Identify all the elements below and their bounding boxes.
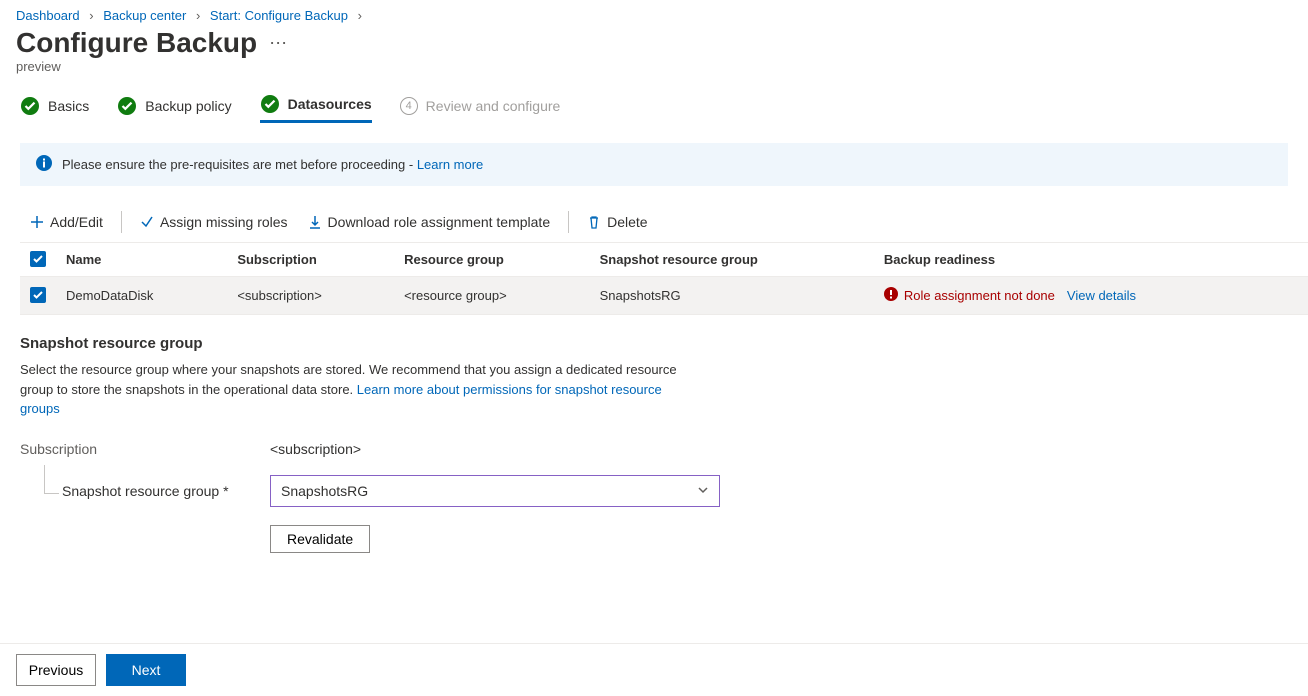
step-label: Datasources — [288, 96, 372, 112]
col-snapshot-rg[interactable]: Snapshot resource group — [590, 243, 874, 277]
separator — [121, 211, 122, 233]
more-actions-icon[interactable]: ⋯ — [269, 33, 287, 54]
step-label: Review and configure — [426, 98, 561, 114]
breadcrumb-item[interactable]: Dashboard — [16, 8, 80, 23]
col-name[interactable]: Name — [56, 243, 227, 277]
revalidate-button[interactable]: Revalidate — [270, 525, 370, 553]
view-details-link[interactable]: View details — [1067, 288, 1136, 303]
check-icon — [20, 96, 40, 116]
col-readiness[interactable]: Backup readiness — [874, 243, 1308, 277]
step-label: Basics — [48, 98, 89, 114]
row-checkbox[interactable] — [30, 287, 46, 303]
check-icon — [117, 96, 137, 116]
chevron-right-icon: › — [196, 8, 200, 23]
info-text: Please ensure the pre-requisites are met… — [62, 157, 417, 172]
readiness-text: Role assignment not done — [904, 288, 1055, 303]
delete-button[interactable]: Delete — [577, 208, 657, 236]
chevron-right-icon: › — [358, 8, 362, 23]
page-title: Configure Backup — [16, 27, 257, 59]
tool-label: Delete — [607, 214, 647, 230]
previous-button[interactable]: Previous — [16, 654, 96, 686]
trash-icon — [587, 215, 601, 229]
select-all-checkbox[interactable] — [30, 251, 46, 267]
plus-icon — [30, 215, 44, 229]
cell-name: DemoDataDisk — [56, 277, 227, 315]
footer-bar: Previous Next — [0, 643, 1308, 696]
toolbar: Add/Edit Assign missing roles Download r… — [0, 202, 1308, 242]
check-icon — [260, 94, 280, 114]
tool-label: Add/Edit — [50, 214, 103, 230]
snapshot-section-heading: Snapshot resource group — [0, 315, 1308, 360]
page-subtitle: preview — [0, 59, 1308, 94]
datasource-table: Name Subscription Resource group Snapsho… — [20, 242, 1308, 315]
download-icon — [308, 215, 322, 229]
cell-resource-group: <resource group> — [394, 277, 590, 315]
breadcrumb-item[interactable]: Backup center — [103, 8, 186, 23]
add-edit-button[interactable]: Add/Edit — [20, 208, 113, 236]
check-icon — [140, 215, 154, 229]
snapshot-rg-label: Snapshot resource group * — [20, 483, 270, 499]
tool-label: Download role assignment template — [328, 214, 551, 230]
error-icon — [884, 287, 898, 304]
cell-subscription: <subscription> — [227, 277, 394, 315]
info-icon — [36, 155, 52, 174]
step-basics[interactable]: Basics — [20, 94, 89, 123]
subscription-label: Subscription — [20, 441, 270, 457]
info-learn-more-link[interactable]: Learn more — [417, 157, 483, 172]
next-button[interactable]: Next — [106, 654, 186, 686]
chevron-down-icon — [697, 483, 709, 499]
cell-snapshot-rg: SnapshotsRG — [590, 277, 874, 315]
subscription-value: <subscription> — [270, 441, 361, 457]
cell-readiness: Role assignment not done View details — [884, 287, 1298, 304]
snapshot-section-desc: Select the resource group where your sna… — [0, 360, 720, 437]
col-subscription[interactable]: Subscription — [227, 243, 394, 277]
assign-roles-button[interactable]: Assign missing roles — [130, 208, 298, 236]
table-row[interactable]: DemoDataDisk <subscription> <resource gr… — [20, 277, 1308, 315]
download-template-button[interactable]: Download role assignment template — [298, 208, 561, 236]
step-review: 4 Review and configure — [400, 94, 561, 123]
step-backup-policy[interactable]: Backup policy — [117, 94, 231, 123]
info-banner: Please ensure the pre-requisites are met… — [20, 143, 1288, 186]
step-label: Backup policy — [145, 98, 231, 114]
step-datasources[interactable]: Datasources — [260, 94, 372, 123]
breadcrumb: Dashboard › Backup center › Start: Confi… — [0, 0, 1308, 27]
chevron-right-icon: › — [89, 8, 93, 23]
dropdown-value: SnapshotsRG — [281, 483, 368, 499]
separator — [568, 211, 569, 233]
tool-label: Assign missing roles — [160, 214, 288, 230]
breadcrumb-item[interactable]: Start: Configure Backup — [210, 8, 348, 23]
wizard-steps: Basics Backup policy Datasources 4 Revie… — [0, 94, 1308, 131]
col-resource-group[interactable]: Resource group — [394, 243, 590, 277]
table-header-row: Name Subscription Resource group Snapsho… — [20, 243, 1308, 277]
step-number-icon: 4 — [400, 97, 418, 115]
snapshot-rg-dropdown[interactable]: SnapshotsRG — [270, 475, 720, 507]
